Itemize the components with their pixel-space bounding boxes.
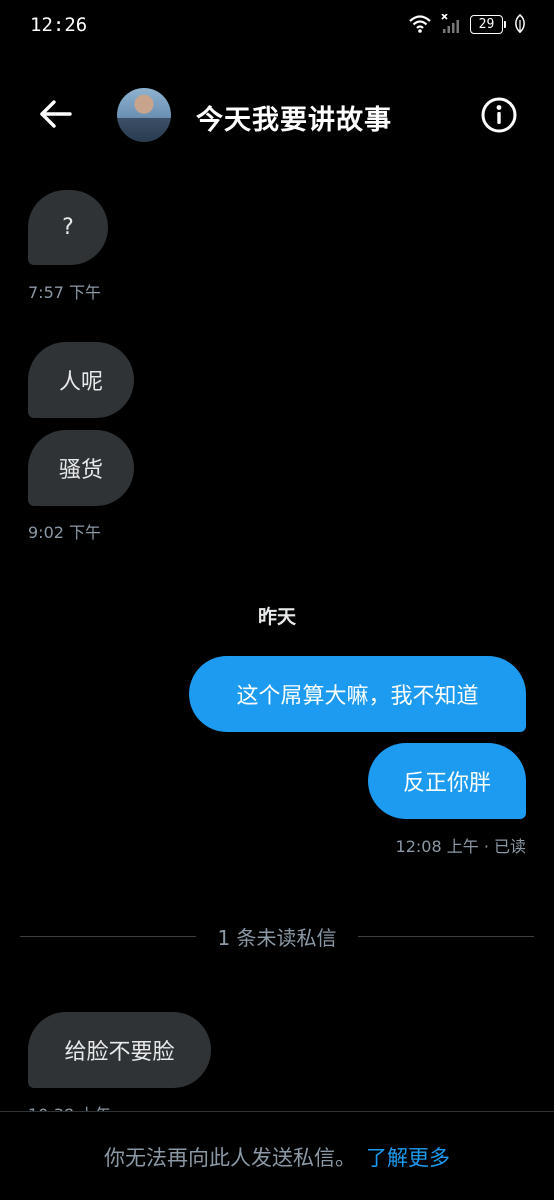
day-divider: 昨天 bbox=[257, 606, 296, 628]
avatar[interactable] bbox=[117, 88, 171, 142]
message-bubble-incoming[interactable]: 人呢 bbox=[28, 342, 134, 418]
message-text: 人呢 bbox=[58, 370, 103, 395]
learn-more-link[interactable]: 了解更多 bbox=[366, 1146, 450, 1170]
status-time: 12:26 bbox=[30, 14, 88, 36]
message-bubble-incoming[interactable]: 骚货 bbox=[28, 430, 134, 506]
message-bubble-incoming[interactable]: 给脸不要脸 bbox=[28, 1012, 211, 1088]
battery-tip bbox=[504, 20, 506, 28]
message-text: ? bbox=[62, 215, 74, 240]
conversation-header: 今天我要讲故事 bbox=[0, 70, 554, 162]
status-icons: 29 bbox=[408, 14, 526, 34]
wifi-icon bbox=[408, 14, 432, 34]
signal-icon bbox=[440, 14, 462, 34]
status-bar: 12:26 29 bbox=[0, 0, 554, 52]
battery-level: 29 bbox=[470, 14, 503, 34]
message-text: 给脸不要脸 bbox=[64, 1040, 175, 1065]
dm-screen: 12:26 29 今天我要讲故事 ? 7:57 下午 人呢 骚货 9:02 下午… bbox=[0, 0, 554, 1200]
message-timestamp: 7:57 下午 bbox=[28, 283, 102, 302]
message-bubble-incoming[interactable]: ? bbox=[28, 190, 108, 265]
message-bubble-outgoing[interactable]: 这个屌算大嘛，我不知道 bbox=[189, 656, 526, 732]
conversation-title[interactable]: 今天我要讲故事 bbox=[196, 98, 392, 137]
unread-divider: 1 条未读私信 bbox=[20, 922, 534, 950]
divider-line bbox=[358, 936, 534, 937]
message-text: 这个屌算大嘛，我不知道 bbox=[236, 684, 479, 709]
message-text: 骚货 bbox=[58, 458, 103, 483]
footer-notice: 你无法再向此人发送私信。 了解更多 bbox=[0, 1142, 554, 1172]
footer-text: 你无法再向此人发送私信。 bbox=[104, 1146, 356, 1170]
back-arrow-icon[interactable] bbox=[36, 94, 76, 134]
info-icon[interactable] bbox=[480, 96, 518, 134]
dm-blocked-footer: 你无法再向此人发送私信。 了解更多 bbox=[0, 1111, 554, 1200]
leaf-icon bbox=[514, 14, 526, 34]
message-timestamp: 12:08 上午 · 已读 bbox=[395, 837, 526, 856]
battery-icon: 29 bbox=[470, 14, 506, 34]
message-timestamp: 9:02 下午 bbox=[28, 523, 102, 542]
message-bubble-outgoing[interactable]: 反正你胖 bbox=[368, 743, 526, 819]
message-text: 反正你胖 bbox=[402, 771, 491, 796]
